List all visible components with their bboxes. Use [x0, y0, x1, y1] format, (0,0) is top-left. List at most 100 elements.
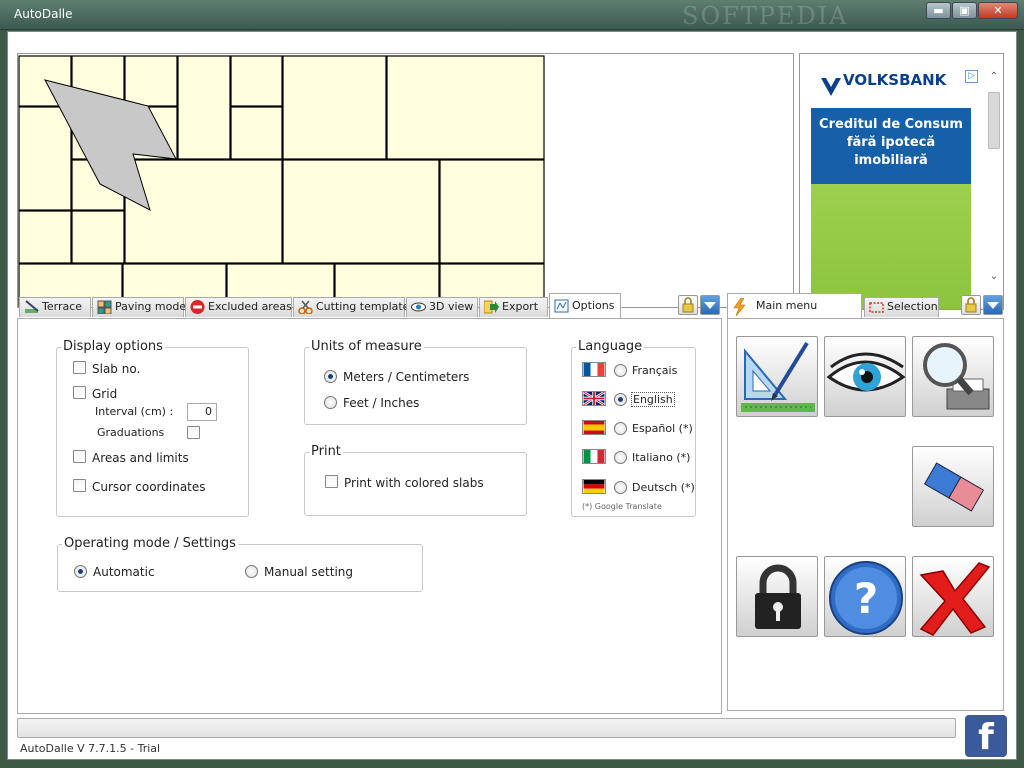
lang-label: Français — [632, 364, 678, 377]
exit-button[interactable] — [912, 556, 994, 637]
scissors-icon — [298, 300, 313, 314]
interval-label: Interval (cm) : — [95, 405, 174, 418]
interval-input[interactable]: 0 — [187, 403, 217, 421]
cursor-coords-checkbox[interactable] — [73, 479, 86, 492]
slab — [18, 106, 72, 211]
tab-main-menu[interactable]: Main menu — [727, 293, 862, 318]
eraser-button[interactable] — [912, 446, 994, 527]
ad-choices-icon[interactable]: ▷ — [965, 70, 978, 83]
lock-menu-button[interactable] — [961, 295, 981, 315]
scroll-down-icon[interactable]: ⌄ — [986, 271, 1002, 287]
slab — [177, 55, 231, 160]
lang-label: Español (*) — [632, 422, 693, 435]
group-title: Language — [576, 339, 645, 354]
ad-banner[interactable]: VOLKSBANK ▷ Creditul de Consum fără ipot… — [799, 53, 1004, 310]
ad-green-block — [811, 184, 971, 309]
padlock-icon — [755, 564, 801, 629]
graduations-checkbox[interactable] — [187, 426, 200, 439]
ad-brand: VOLKSBANK — [843, 71, 947, 89]
tab-cutting-template[interactable]: Cutting template — [293, 297, 409, 317]
slab — [124, 55, 178, 107]
volksbank-logo-icon — [821, 78, 841, 96]
terrace-canvas[interactable] — [17, 53, 794, 308]
automatic-radio[interactable] — [74, 565, 87, 578]
group-title: Units of measure — [309, 339, 424, 354]
slab — [386, 55, 545, 160]
tab-export[interactable]: Export — [479, 297, 548, 317]
tab-terrace[interactable]: Terrace — [19, 297, 91, 317]
window-title: AutoDalle — [14, 7, 73, 21]
tab-label: Paving model — [115, 300, 190, 313]
imperial-label: Feet / Inches — [343, 396, 420, 410]
metric-radio[interactable] — [324, 370, 337, 383]
window-client: VOLKSBANK ▷ Creditul de Consum fără ipot… — [7, 31, 1017, 760]
svg-text:?: ? — [854, 574, 878, 623]
slab — [439, 159, 545, 264]
slab — [282, 55, 387, 160]
slab — [71, 210, 125, 264]
collapse-panel-button[interactable] — [700, 295, 720, 315]
flag-spain-icon — [582, 420, 606, 435]
translate-footnote: (*) Google Translate — [582, 502, 662, 511]
collapse-menu-button[interactable] — [983, 295, 1003, 315]
operating-mode-group: Operating mode / Settings Automatic Manu… — [57, 536, 423, 592]
tab-3d-view[interactable]: 3D view — [406, 297, 478, 317]
slab-no-label: Slab no. — [92, 362, 141, 376]
help-question-icon: ? — [829, 561, 903, 635]
export-arrow-icon — [484, 300, 499, 314]
manual-radio[interactable] — [245, 565, 258, 578]
lang-deutsch-radio[interactable] — [614, 481, 627, 494]
padlock-icon — [682, 297, 694, 313]
scroll-thumb[interactable] — [988, 92, 1000, 149]
imperial-radio[interactable] — [324, 396, 337, 409]
scroll-up-icon[interactable]: ⌃ — [986, 71, 1002, 87]
options-panel: Display options Slab no. Grid Interval (… — [17, 318, 722, 714]
areas-limits-checkbox[interactable] — [73, 450, 86, 463]
flag-germany-icon — [582, 479, 606, 494]
close-button[interactable]: ✕ — [978, 2, 1018, 19]
grid-label: Grid — [92, 387, 118, 401]
tab-label: 3D view — [429, 300, 474, 313]
terrace-icon — [25, 300, 39, 313]
chevron-down-icon — [704, 302, 716, 309]
tab-label: Terrace — [42, 300, 83, 313]
slab-no-checkbox[interactable] — [73, 361, 86, 374]
tab-options[interactable]: Options — [549, 293, 621, 318]
tab-excluded-areas[interactable]: Excluded areas — [185, 297, 292, 317]
group-title: Display options — [61, 339, 165, 354]
automatic-label: Automatic — [93, 565, 155, 579]
lang-espanol-radio[interactable] — [614, 422, 627, 435]
lang-label: Italiano (*) — [632, 451, 691, 464]
facebook-icon[interactable]: f — [965, 715, 1007, 758]
metric-label: Meters / Centimeters — [343, 370, 470, 384]
lang-label: Deutsch (*) — [632, 481, 695, 494]
eye-icon — [826, 352, 905, 392]
tab-selection[interactable]: Selection — [864, 297, 939, 317]
graduations-label: Graduations — [97, 426, 165, 439]
ad-headline: Creditul de Consum fără ipotecă imobilia… — [811, 108, 971, 184]
magnifier-printer-icon — [923, 343, 990, 410]
padlock-icon — [965, 297, 977, 313]
main-menu-panel: ? — [727, 318, 1004, 711]
lang-english-radio[interactable] — [614, 393, 627, 406]
tab-label: Export — [502, 300, 539, 313]
print-colored-checkbox[interactable] — [325, 475, 338, 488]
lang-francais-radio[interactable] — [614, 364, 627, 377]
tab-label: Options — [572, 299, 615, 312]
ad-scrollbar[interactable]: ⌃ ⌄ — [986, 71, 1002, 287]
lang-italiano-radio[interactable] — [614, 451, 627, 464]
help-button[interactable]: ? — [824, 556, 906, 637]
grid-checkbox[interactable] — [73, 386, 86, 399]
minimize-button[interactable]: ▬ — [926, 2, 951, 19]
paving-drawing — [18, 55, 545, 307]
view-3d-button[interactable] — [824, 336, 906, 417]
lock-button[interactable] — [736, 556, 818, 637]
no-entry-icon — [190, 300, 205, 314]
lightning-icon — [733, 298, 746, 316]
chevron-down-icon — [987, 302, 999, 309]
tab-paving-model[interactable]: Paving model — [92, 297, 189, 317]
draw-terrace-button[interactable] — [736, 336, 818, 417]
print-preview-button[interactable] — [912, 336, 994, 417]
lock-panel-button[interactable] — [678, 295, 698, 315]
maximize-button[interactable]: ▣ — [952, 2, 977, 19]
